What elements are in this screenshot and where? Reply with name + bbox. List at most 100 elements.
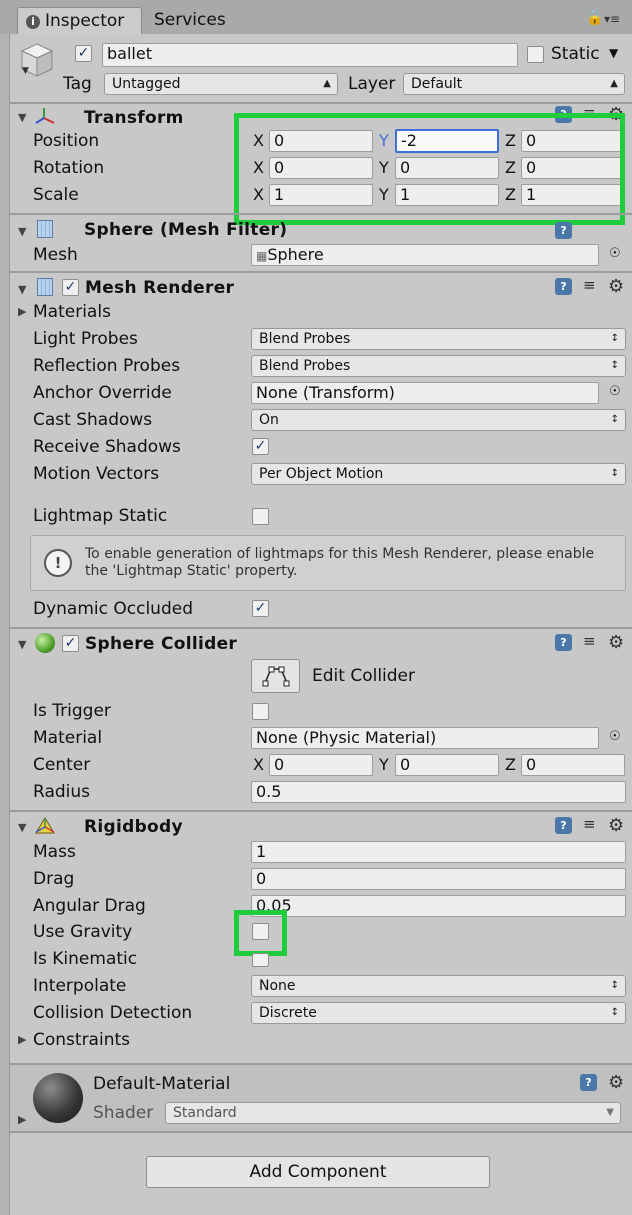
object-name-input[interactable]: ballet [102,43,518,67]
rigidbody-preset-icon[interactable]: ≡ [583,815,596,833]
sphere-collider-gear-icon[interactable]: ⚙ [608,634,624,652]
static-dropdown-icon[interactable]: ▼ [609,46,618,60]
transform-highlight-box [234,113,625,225]
mesh-field[interactable]: ▦Sphere [251,244,599,266]
mass-input[interactable]: 1 [251,841,626,863]
center-y-label[interactable]: Y [379,754,389,776]
collision-detection-label: Collision Detection [33,1003,193,1023]
mesh-value: Sphere [267,245,324,264]
rigidbody-foldout-icon[interactable]: ▼ [18,821,26,834]
drag-input[interactable]: 0 [251,868,626,890]
scale-label: Scale [33,185,79,205]
reflection-probes-dropdown[interactable]: Blend Probes ↕ [251,355,626,377]
constraints-label[interactable]: Constraints [33,1029,130,1051]
center-x-input[interactable]: 0 [269,754,373,776]
mesh-renderer-help-icon[interactable]: ? [555,278,572,295]
light-probes-label: Light Probes [33,329,138,349]
light-probes-arrow-icon: ↕ [610,333,619,344]
use-gravity-label: Use Gravity [33,922,133,942]
center-z-input[interactable]: 0 [521,754,625,776]
tag-dropdown-arrow-icon: ▲ [323,78,331,89]
edit-collider-button[interactable] [251,659,300,693]
rigidbody-help-icon[interactable]: ? [555,817,572,834]
constraints-foldout-icon[interactable]: ▶ [18,1033,26,1046]
layer-dropdown[interactable]: Default ▲ [403,73,625,95]
cast-shadows-dropdown[interactable]: On ↕ [251,409,626,431]
center-label: Center [33,755,91,775]
sphere-collider-help-icon[interactable]: ? [555,634,572,651]
sphere-collider-icon [35,633,55,653]
static-checkbox[interactable] [527,46,544,63]
mesh-filter-help-icon[interactable]: ? [555,222,572,239]
mesh-object-picker-icon[interactable]: ☉ [609,246,621,261]
transform-foldout-icon[interactable]: ▼ [18,111,26,124]
is-kinematic-label: Is Kinematic [33,949,138,969]
rigidbody-icon [35,817,55,834]
info-exclamation-icon: ! [44,549,72,577]
center-x-label[interactable]: X [253,754,264,776]
lock-icon[interactable]: 🔒 [586,10,603,26]
tab-menu-icon[interactable]: ▾≡ [604,12,620,26]
rigidbody-gear-icon[interactable]: ⚙ [608,817,624,835]
collider-material-field[interactable]: None (Physic Material) [251,727,599,749]
dynamic-occluded-checkbox[interactable]: ✓ [252,600,269,617]
mesh-renderer-enabled-checkbox[interactable]: ✓ [62,279,79,296]
shader-label: Shader [93,1103,154,1123]
sphere-collider-foldout-icon[interactable]: ▼ [18,638,26,651]
material-name: Default-Material [93,1074,231,1094]
drag-label: Drag [33,869,75,889]
motion-vectors-arrow-icon: ↕ [610,468,619,479]
motion-vectors-dropdown[interactable]: Per Object Motion ↕ [251,463,626,485]
anchor-override-field[interactable]: None (Transform) [251,382,599,404]
interpolate-arrow-icon: ↕ [610,980,619,991]
transform-axes-icon [35,108,55,124]
add-component-button[interactable]: Add Component [146,1156,490,1188]
tag-dropdown[interactable]: Untagged ▲ [104,73,338,95]
collision-detection-dropdown[interactable]: Discrete ↕ [251,1002,626,1024]
material-sphere-preview [33,1073,83,1123]
tab-services[interactable]: Services [146,7,256,34]
receive-shadows-checkbox[interactable]: ✓ [252,438,269,455]
radius-input[interactable]: 0.5 [251,781,626,803]
active-checkbox[interactable]: ✓ [75,45,92,62]
lightmap-info-text-line2: the 'Lightmap Static' property. [85,563,298,579]
material-gear-icon[interactable]: ⚙ [608,1074,624,1092]
materials-label[interactable]: Materials [33,301,111,323]
lightmap-static-checkbox[interactable] [252,508,269,525]
mesh-renderer-foldout-icon[interactable]: ▼ [18,283,26,296]
separator [10,810,632,812]
collider-material-picker-icon[interactable]: ☉ [609,729,621,744]
reflection-probes-label: Reflection Probes [33,356,181,376]
left-strip [0,34,10,1215]
tab-inspector[interactable]: i Inspector [17,7,142,34]
layer-label: Layer [348,74,396,94]
sphere-collider-preset-icon[interactable]: ≡ [583,632,596,650]
lightmap-info-text-line1: To enable generation of lightmaps for th… [85,546,595,562]
tab-services-label: Services [154,10,226,30]
add-component-label: Add Component [249,1162,387,1182]
mesh-filter-foldout-icon[interactable]: ▼ [18,225,26,238]
anchor-override-label: Anchor Override [33,383,172,403]
angular-drag-input[interactable]: 0.05 [251,895,626,917]
center-y-input[interactable]: 0 [395,754,499,776]
is-trigger-label: Is Trigger [33,701,111,721]
materials-foldout-icon[interactable]: ▶ [18,305,26,318]
mesh-renderer-preset-icon[interactable]: ≡ [583,276,596,294]
tag-value: Untagged [112,76,181,92]
is-kinematic-checkbox[interactable] [252,953,269,967]
mesh-renderer-gear-icon[interactable]: ⚙ [608,278,624,296]
material-foldout-icon[interactable]: ▶ [18,1113,26,1126]
mass-label: Mass [33,842,76,862]
material-help-icon[interactable]: ? [580,1074,597,1091]
shader-dropdown[interactable]: Standard ▼ [165,1102,621,1124]
icon-dropdown-icon[interactable]: ▼ [22,66,29,76]
light-probes-dropdown[interactable]: Blend Probes ↕ [251,328,626,350]
interpolate-dropdown[interactable]: None ↕ [251,975,626,997]
separator [10,627,632,629]
cast-shadows-arrow-icon: ↕ [610,414,619,425]
anchor-override-picker-icon[interactable]: ☉ [609,384,621,399]
sphere-collider-enabled-checkbox[interactable]: ✓ [62,635,79,652]
is-trigger-checkbox[interactable] [252,703,269,720]
center-z-label[interactable]: Z [505,754,516,776]
separator [10,271,632,273]
